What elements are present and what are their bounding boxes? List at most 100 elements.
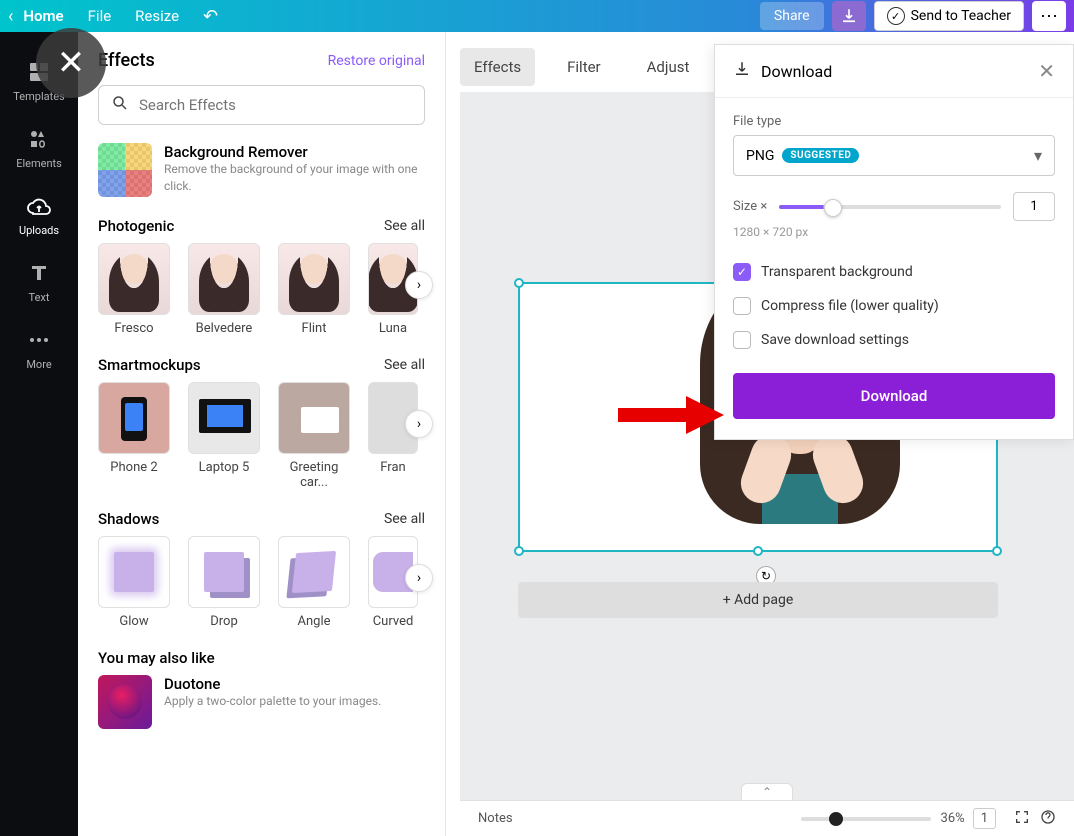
collapse-chevron-icon[interactable]: ⌃ — [741, 783, 793, 800]
fullscreen-icon[interactable] — [1014, 809, 1030, 829]
left-sidebar: Templates Elements Uploads Text More — [0, 32, 78, 836]
send-to-teacher-button[interactable]: ✓ Send to Teacher — [874, 1, 1024, 31]
checkbox-icon — [733, 297, 751, 315]
effects-panel-header: Effects Restore original — [98, 50, 425, 71]
duotone-desc: Apply a two-color palette to your images… — [164, 693, 381, 710]
file-menu[interactable]: File — [88, 7, 112, 25]
zoom-level: 36% — [941, 811, 965, 826]
download-panel-header: Download ✕ — [715, 45, 1073, 98]
checkbox-icon — [733, 331, 751, 349]
you-may-also-like-section: You may also like Duotone Apply a two-co… — [98, 649, 425, 729]
annotation-arrow-icon — [616, 394, 726, 440]
undo-icon[interactable]: ↶ — [203, 6, 218, 27]
photogenic-next-arrow[interactable]: › — [405, 271, 433, 299]
photogenic-title: Photogenic — [98, 217, 174, 235]
sidebar-item-uploads[interactable]: Uploads — [0, 182, 78, 249]
shadows-next-arrow[interactable]: › — [405, 564, 433, 592]
top-nav-right: Share ✓ Send to Teacher ⋯ — [760, 1, 1066, 31]
size-row: Size × — [733, 192, 1055, 221]
top-menu-bar: ‹ Home File Resize ↶ Share ✓ Send to Tea… — [0, 0, 1074, 32]
back-chevron-icon[interactable]: ‹ — [8, 6, 13, 27]
effect-belvedere[interactable]: Belvedere — [188, 243, 260, 336]
effect-fresco[interactable]: Fresco — [98, 243, 170, 336]
background-remover-title: Background Remover — [164, 143, 425, 161]
shadow-drop[interactable]: Drop — [188, 536, 260, 629]
close-download-icon[interactable]: ✕ — [1038, 59, 1055, 83]
background-remover-item[interactable]: Background Remover Remove the background… — [98, 143, 425, 197]
download-icon-button[interactable] — [832, 1, 866, 31]
smartmockups-next-arrow[interactable]: › — [405, 410, 433, 438]
add-page-button[interactable]: + Add page — [518, 582, 998, 618]
share-button[interactable]: Share — [760, 2, 824, 30]
sidebar-item-elements[interactable]: Elements — [0, 115, 78, 182]
resize-handle[interactable] — [514, 278, 524, 288]
resize-handle[interactable] — [992, 546, 1002, 556]
zoom-slider[interactable] — [801, 817, 931, 821]
check-circle-icon: ✓ — [887, 7, 905, 25]
sidebar-item-text[interactable]: Text — [0, 249, 78, 316]
sidebar-label-text: Text — [29, 291, 50, 304]
chevron-down-icon: ▾ — [1034, 146, 1042, 165]
tab-adjust[interactable]: Adjust — [633, 48, 704, 86]
mockup-greeting-card[interactable]: Greeting car... — [278, 382, 350, 490]
tab-effects[interactable]: Effects — [460, 48, 535, 86]
file-type-label: File type — [733, 114, 1055, 129]
resize-menu[interactable]: Resize — [135, 7, 179, 25]
search-effects-box[interactable] — [98, 85, 425, 125]
also-like-title: You may also like — [98, 649, 215, 667]
shadow-angle[interactable]: Angle — [278, 536, 350, 629]
shadow-glow[interactable]: Glow — [98, 536, 170, 629]
transparent-bg-label: Transparent background — [761, 264, 913, 280]
sidebar-item-more[interactable]: More — [0, 316, 78, 383]
sidebar-label-uploads: Uploads — [19, 224, 59, 237]
photogenic-see-all[interactable]: See all — [384, 218, 425, 234]
smartmockups-section: Smartmockups See all Phone 2 Laptop 5 Gr… — [98, 356, 425, 490]
save-settings-checkbox[interactable]: Save download settings — [733, 323, 1055, 357]
effects-panel-title: Effects — [98, 50, 155, 71]
page-indicator[interactable]: 1 — [973, 808, 996, 829]
bottom-status-bar: Notes 36% 1 — [460, 800, 1074, 836]
tab-filter[interactable]: Filter — [553, 48, 615, 86]
effect-flint[interactable]: Flint — [278, 243, 350, 336]
top-nav-left: Home File Resize ↶ — [23, 6, 218, 27]
save-settings-label: Save download settings — [761, 332, 909, 348]
shadows-title: Shadows — [98, 510, 159, 528]
smartmockups-see-all[interactable]: See all — [384, 357, 425, 373]
transparent-bg-checkbox[interactable]: ✓ Transparent background — [733, 255, 1055, 289]
download-button[interactable]: Download — [733, 373, 1055, 419]
download-title: Download — [761, 62, 1028, 81]
duotone-thumb — [98, 675, 152, 729]
background-remover-desc: Remove the background of your image with… — [164, 161, 425, 195]
more-menu-button[interactable]: ⋯ — [1032, 1, 1066, 31]
smartmockups-title: Smartmockups — [98, 356, 201, 374]
search-icon — [111, 94, 129, 116]
duotone-item[interactable]: Duotone Apply a two-color palette to you… — [98, 675, 425, 729]
dimensions-text: 1280 × 720 px — [733, 225, 1055, 239]
home-link[interactable]: Home — [23, 7, 63, 25]
size-label: Size × — [733, 199, 767, 214]
help-icon[interactable] — [1040, 809, 1056, 829]
search-effects-input[interactable] — [139, 96, 412, 114]
shadows-see-all[interactable]: See all — [384, 511, 425, 527]
sidebar-label-elements: Elements — [16, 157, 62, 170]
send-to-teacher-label: Send to Teacher — [911, 8, 1011, 24]
mockup-laptop5[interactable]: Laptop 5 — [188, 382, 260, 490]
sidebar-label-more: More — [26, 358, 51, 371]
effects-side-panel: Effects Restore original Background Remo… — [78, 32, 446, 836]
mockup-phone2[interactable]: Phone 2 — [98, 382, 170, 490]
checkbox-checked-icon: ✓ — [733, 263, 751, 281]
download-panel: Download ✕ File type PNG SUGGESTED ▾ Siz… — [714, 44, 1074, 440]
size-slider[interactable] — [779, 205, 1001, 209]
resize-handle[interactable] — [514, 546, 524, 556]
mockup-frame[interactable]: Fran — [368, 382, 418, 490]
file-type-value: PNG — [746, 148, 774, 164]
file-type-select[interactable]: PNG SUGGESTED ▾ — [733, 135, 1055, 176]
compress-file-checkbox[interactable]: Compress file (lower quality) — [733, 289, 1055, 323]
size-input[interactable] — [1013, 192, 1055, 221]
notes-button[interactable]: Notes — [478, 811, 513, 826]
background-remover-thumb — [98, 143, 152, 197]
restore-original-link[interactable]: Restore original — [328, 53, 425, 69]
suggested-badge: SUGGESTED — [782, 148, 859, 163]
compress-file-label: Compress file (lower quality) — [761, 298, 939, 314]
close-panel-button[interactable]: ✕ — [36, 28, 106, 98]
